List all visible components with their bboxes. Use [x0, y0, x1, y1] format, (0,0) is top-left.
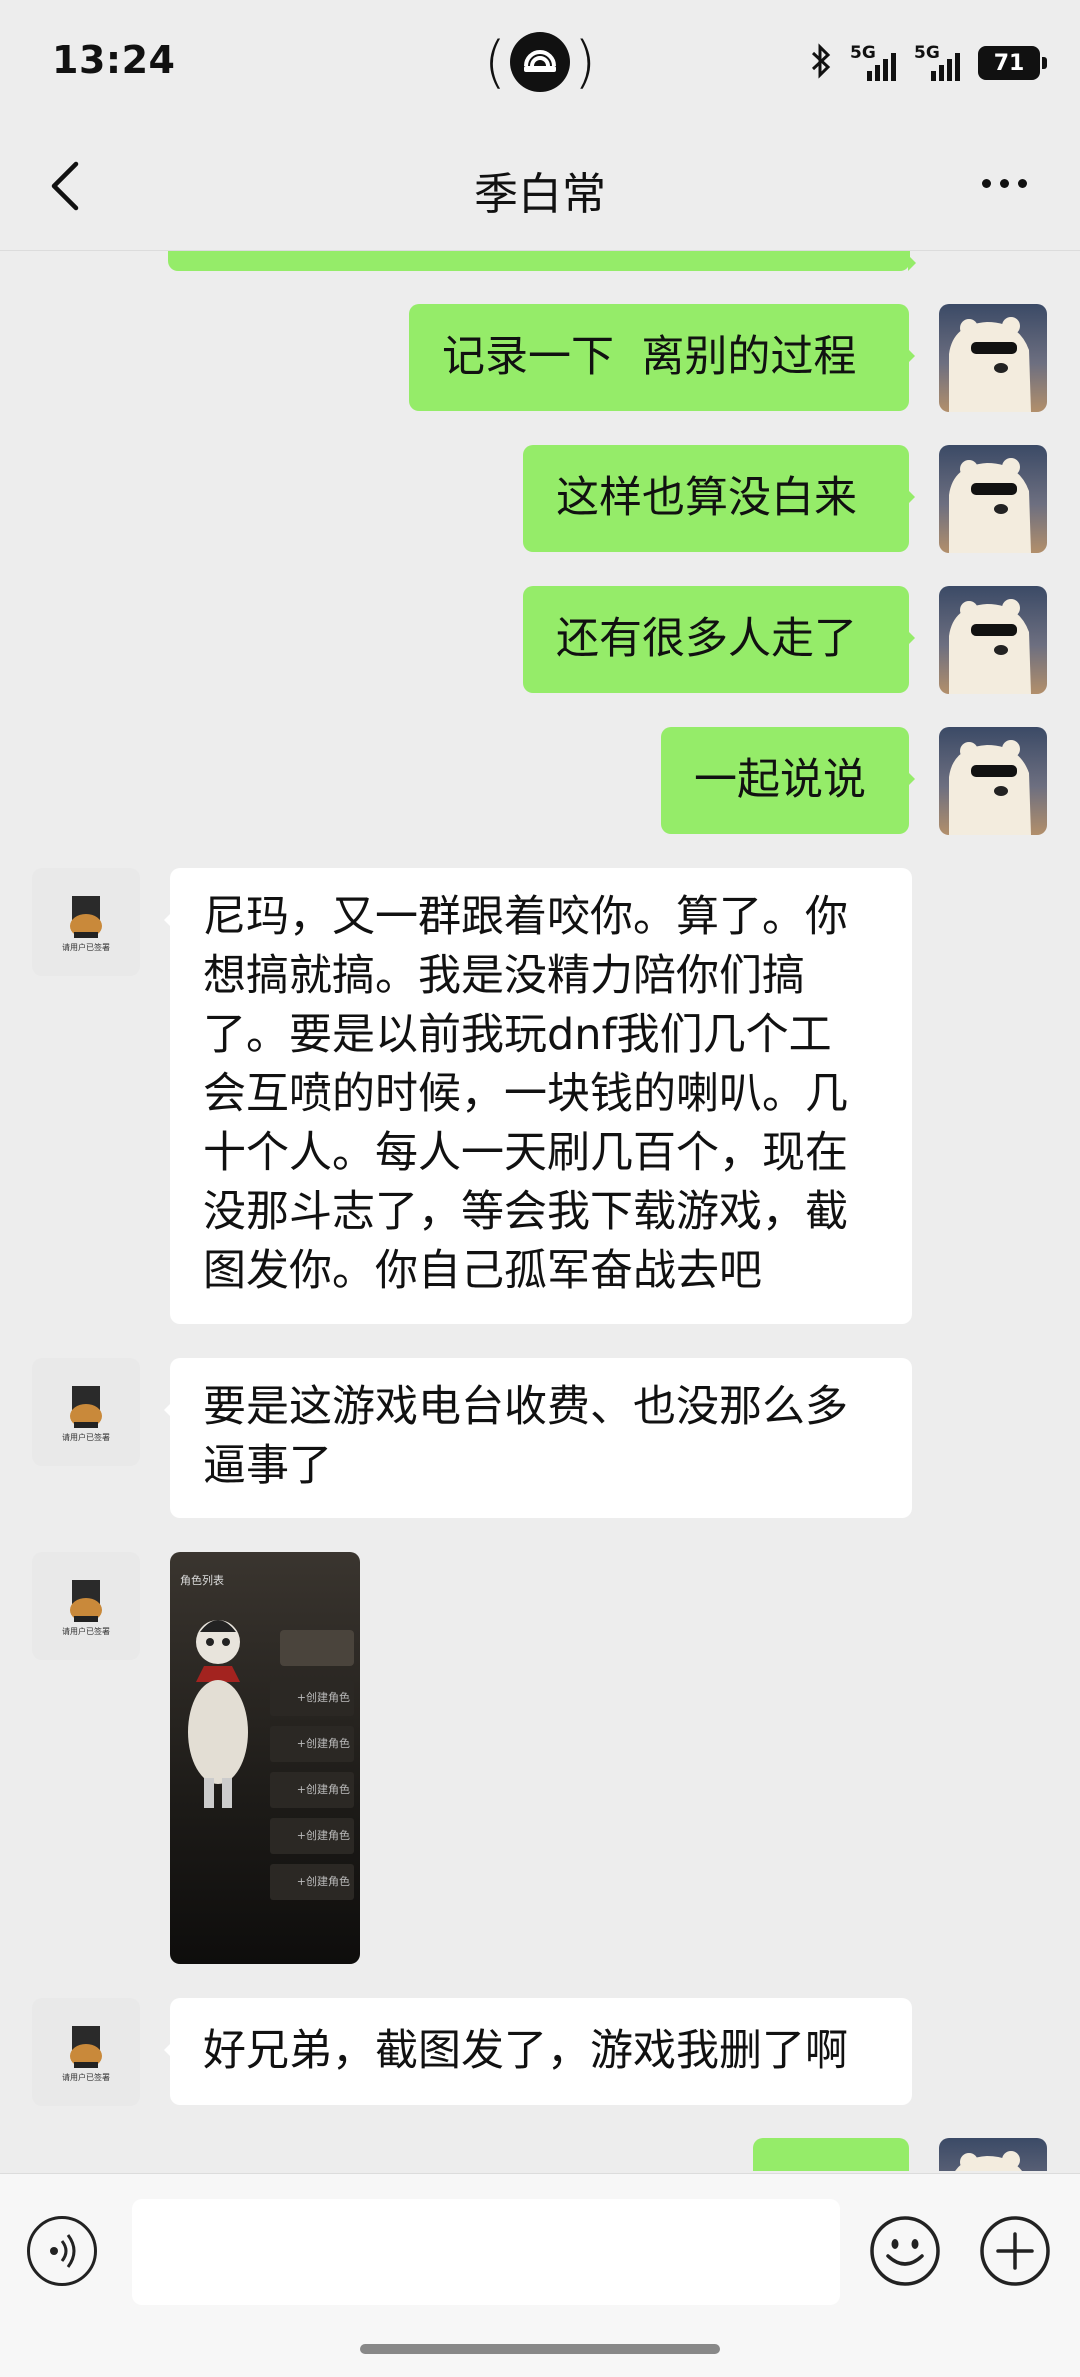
hotspot-icon — [510, 32, 570, 92]
message-text: 这样也算没白来 — [556, 473, 857, 523]
my-avatar[interactable] — [939, 586, 1047, 694]
emoji-icon — [870, 2216, 940, 2286]
home-indicator[interactable] — [360, 2344, 720, 2354]
message-bubble-other[interactable]: 尼玛，又一群跟着咬你。算了。你 想搞就搞。我是没精力陪你们搞 了。要是以前我玩d… — [164, 868, 912, 1324]
contact-avatar[interactable]: 请用户已签署 — [32, 1552, 140, 1660]
avatar-caption: 请用户已签署 — [62, 1433, 110, 1442]
paren-right-icon: ) — [574, 30, 596, 95]
create-character-slot: +创建角色 — [270, 1772, 354, 1808]
my-avatar[interactable] — [939, 2138, 1047, 2171]
message-bubble-other[interactable]: 要是这游戏电台收费、也没那么多 逼事了 — [164, 1358, 912, 1518]
contact-avatar[interactable]: 请用户已签署 — [32, 1998, 140, 2106]
chat-area[interactable]: 记录一下 离别的过程 这样也算没白来 还有很多人走了 一起说说 请用户已签署 尼… — [0, 251, 1080, 2171]
image-title: 角色列表 — [180, 1574, 224, 1587]
message-line: 了。要是以前我玩dnf我们几个工 — [203, 1010, 832, 1060]
avatar-caption: 请用户已签署 — [62, 1627, 110, 1636]
message-text: 一起说说 — [694, 755, 866, 805]
status-icons: 5G 5G 71 — [810, 40, 1047, 86]
plus-button[interactable] — [978, 2214, 1052, 2288]
message-line: 会互喷的时候，一块钱的喇叭。几 — [203, 1069, 848, 1119]
contact-avatar[interactable]: 请用户已签署 — [32, 868, 140, 976]
cartoon-avatar-icon — [70, 2026, 102, 2068]
message-bubble-me[interactable]: 一起说说 — [661, 727, 915, 834]
message-bubble-partial[interactable] — [753, 2138, 909, 2171]
message-line: 没那斗志了，等会我下载游戏，截 — [203, 1187, 848, 1237]
contact-avatar[interactable]: 请用户已签署 — [32, 1358, 140, 1466]
polar-bear-avatar-icon — [949, 599, 1031, 694]
message-bubble-other[interactable]: 好兄弟，截图发了，游戏我删了啊 — [164, 1998, 912, 2105]
create-character-slot: +创建角色 — [270, 1726, 354, 1762]
battery-icon: 71 — [978, 46, 1047, 80]
message-bubble-me[interactable]: 这样也算没白来 — [523, 445, 915, 552]
image-message[interactable]: 角色列表 +创建角色 +创建角色 +创建角色 +创建角色 +创建角色 — [170, 1552, 360, 1964]
plus-icon — [980, 2216, 1050, 2286]
cartoon-avatar-icon — [70, 1386, 102, 1428]
polar-bear-avatar-icon — [949, 317, 1031, 412]
message-line: 要是这游戏电台收费、也没那么多 — [203, 1382, 848, 1432]
signal-icon-2: 5G — [914, 43, 960, 83]
input-bar — [0, 2173, 1080, 2377]
cartoon-avatar-icon — [70, 1580, 102, 1622]
polar-bear-avatar-icon — [955, 2151, 1022, 2171]
message-input[interactable] — [132, 2199, 840, 2305]
message-text: 还有很多人走了 — [556, 614, 857, 664]
message-line: 十个人。每人一天刷几百个，现在 — [203, 1128, 848, 1178]
signal-icon-1: 5G — [850, 43, 896, 83]
create-character-slot: +创建角色 — [270, 1680, 354, 1716]
chat-header: 季白常 — [0, 120, 1080, 251]
message-line: 想搞就搞。我是没精力陪你们搞 — [203, 951, 805, 1001]
clown-character-icon — [188, 1620, 248, 1808]
more-button[interactable] — [964, 158, 1044, 208]
message-line: 逼事了 — [203, 1441, 332, 1491]
status-bar: 13:24 ( ) 5G 5G 71 — [0, 0, 1080, 120]
message-bubble-me[interactable]: 还有很多人走了 — [523, 586, 915, 693]
create-character-slot: +创建角色 — [270, 1864, 354, 1900]
my-avatar[interactable] — [939, 445, 1047, 553]
paren-left-icon: ( — [484, 30, 506, 95]
message-text: 记录一下 离别的过程 — [442, 332, 857, 382]
character-slot-selected — [280, 1630, 354, 1666]
create-character-slot: +创建角色 — [270, 1818, 354, 1854]
my-avatar[interactable] — [939, 727, 1047, 835]
message-bubble-me[interactable]: 记录一下 离别的过程 — [409, 304, 915, 411]
polar-bear-avatar-icon — [949, 740, 1031, 835]
chat-title: 季白常 — [474, 169, 606, 220]
cartoon-avatar-icon — [70, 896, 102, 938]
my-avatar[interactable] — [939, 304, 1047, 412]
message-text: 好兄弟，截图发了，游戏我删了啊 — [203, 2026, 848, 2076]
avatar-caption: 请用户已签署 — [62, 943, 110, 952]
avatar-caption: 请用户已签署 — [62, 2073, 110, 2082]
message-bubble-partial[interactable] — [168, 251, 916, 271]
hotspot-indicator: ( ) — [484, 24, 596, 100]
emoji-button[interactable] — [868, 2214, 942, 2288]
status-time: 13:24 — [52, 38, 176, 82]
voice-button[interactable] — [27, 2216, 97, 2286]
voice-icon — [50, 2234, 76, 2268]
bluetooth-icon — [810, 43, 832, 83]
message-line: 尼玛，又一群跟着咬你。算了。你 — [203, 892, 848, 942]
message-line: 图发你。你自己孤军奋战去吧 — [203, 1246, 762, 1296]
polar-bear-avatar-icon — [949, 458, 1031, 553]
